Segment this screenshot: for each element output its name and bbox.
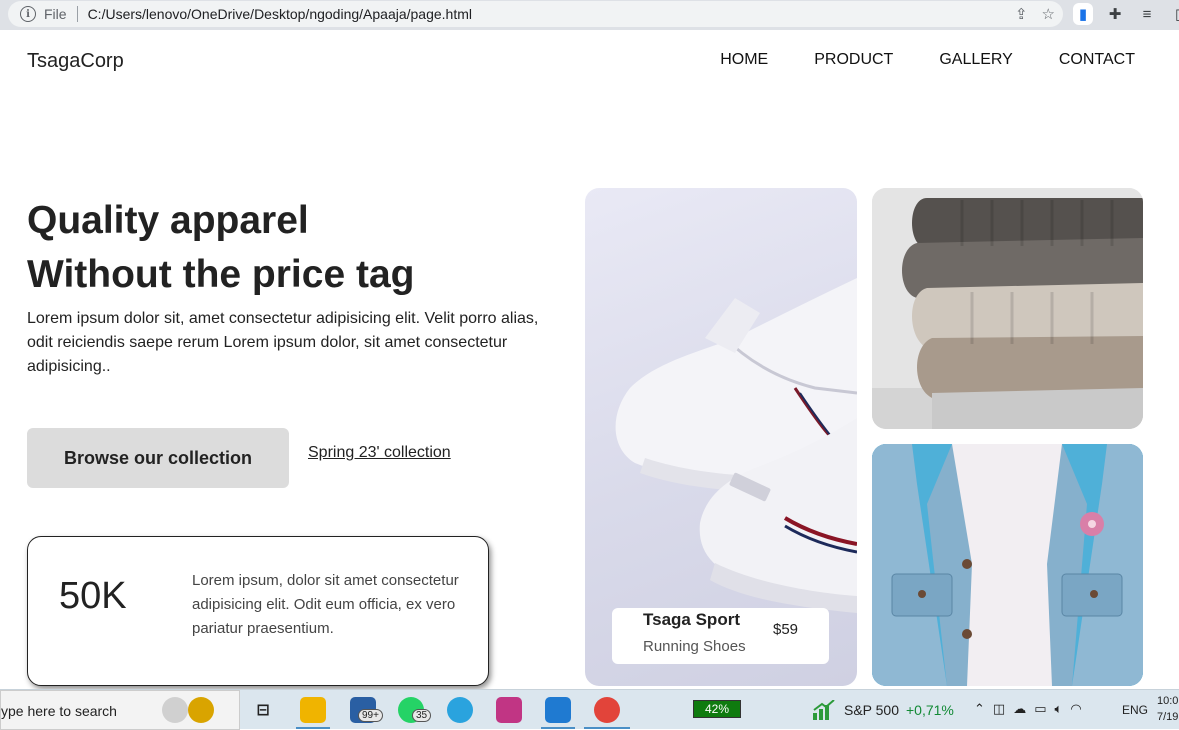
- site-logo[interactable]: TsagaCorp: [27, 50, 124, 73]
- stock-chart-icon[interactable]: [812, 700, 836, 720]
- hero-title-line2: Without the price tag: [27, 253, 415, 296]
- denim-jacket-illustration: [872, 444, 1143, 686]
- speaker-icon[interactable]: 🔈︎: [1055, 701, 1063, 717]
- medal-icon[interactable]: [188, 697, 214, 723]
- nav-contact[interactable]: CONTACT: [1059, 51, 1135, 69]
- stat-description: Lorem ipsum, dolor sit amet consectetur …: [192, 572, 459, 637]
- sweaters-image: [872, 188, 1143, 429]
- omnibox[interactable]: i File C:/Users/lenovo/OneDrive/Desktop/…: [8, 1, 1063, 27]
- browse-collection-button[interactable]: Browse our collection: [27, 428, 289, 488]
- shoes-image: Tsaga Sport Running Shoes $59: [585, 188, 857, 686]
- hero-title: Quality apparel Without the price tag: [27, 194, 414, 302]
- mail-badge: 99+: [358, 709, 383, 722]
- clock[interactable]: 10:0 7/19: [1157, 693, 1178, 725]
- battery-indicator[interactable]: 42%: [693, 700, 741, 718]
- product-category: Running Shoes: [643, 638, 746, 655]
- denim-jacket-image: [872, 444, 1143, 686]
- extension-icon[interactable]: ▮: [1073, 3, 1093, 25]
- clock-date: 7/19: [1157, 711, 1179, 723]
- instagram-icon[interactable]: [496, 697, 522, 723]
- nav-product[interactable]: PRODUCT: [814, 51, 893, 69]
- nav-gallery[interactable]: GALLERY: [939, 51, 1013, 69]
- meet-now-icon[interactable]: ◫: [993, 701, 1005, 717]
- product-price: $59: [773, 621, 799, 638]
- wifi-icon[interactable]: ◠: [1070, 701, 1081, 717]
- onedrive-icon[interactable]: ☁: [1013, 701, 1026, 717]
- stat-value: 50K: [59, 575, 127, 617]
- puzzle-icon[interactable]: ✚: [1105, 3, 1125, 25]
- folded-sweaters-illustration: [872, 188, 1143, 429]
- side-panel-icon[interactable]: ▯: [1169, 3, 1179, 25]
- web-page: TsagaCorp HOME PRODUCT GALLERY CONTACT Q…: [0, 30, 1179, 689]
- windows-taskbar: ype here to search ⊟ 99+ 35 42% S&P 500 …: [0, 689, 1179, 730]
- hero-title-line1: Quality apparel: [27, 199, 309, 242]
- reading-list-icon[interactable]: ≡: [1137, 3, 1157, 25]
- bookmark-star-icon[interactable]: ☆: [1042, 5, 1055, 23]
- product-card[interactable]: Tsaga Sport Running Shoes $59: [612, 608, 829, 664]
- telegram-icon[interactable]: [447, 697, 473, 723]
- whatsapp-badge: 35: [412, 709, 432, 722]
- stat-card: 50K Lorem ipsum, dolor sit amet consecte…: [27, 536, 489, 686]
- spring-collection-link[interactable]: Spring 23' collection: [308, 444, 451, 462]
- task-view-icon[interactable]: ⊟: [250, 697, 276, 723]
- nav-home[interactable]: HOME: [720, 51, 768, 69]
- taskbar-search-placeholder: ype here to search: [1, 703, 117, 719]
- stock-change: +0,71%: [906, 702, 954, 718]
- main-nav: HOME PRODUCT GALLERY CONTACT: [720, 51, 1135, 69]
- file-explorer-icon[interactable]: [300, 697, 326, 723]
- chrome-icon[interactable]: [594, 697, 620, 723]
- stock-name[interactable]: S&P 500: [844, 702, 899, 718]
- battery-icon[interactable]: ▭: [1034, 701, 1046, 717]
- vscode-icon[interactable]: [545, 697, 571, 723]
- omnibox-separator: [76, 6, 78, 22]
- chevron-up-icon[interactable]: ⌃: [974, 701, 985, 717]
- share-icon[interactable]: ⇪: [1015, 5, 1028, 23]
- product-name: Tsaga Sport: [643, 610, 740, 629]
- language-indicator[interactable]: ENG: [1122, 703, 1148, 717]
- info-icon[interactable]: i: [20, 6, 36, 22]
- golf-ball-icon[interactable]: [162, 697, 188, 723]
- system-tray: ⌃ ◫ ☁ ▭ 🔈︎ ◠: [974, 701, 1082, 717]
- file-label: File: [44, 6, 67, 22]
- hero-description: Lorem ipsum dolor sit, amet consectetur …: [27, 310, 539, 375]
- clock-time: 10:0: [1157, 695, 1179, 707]
- browser-address-bar: i File C:/Users/lenovo/OneDrive/Desktop/…: [0, 0, 1179, 30]
- url-text[interactable]: C:/Users/lenovo/OneDrive/Desktop/ngoding…: [88, 6, 472, 22]
